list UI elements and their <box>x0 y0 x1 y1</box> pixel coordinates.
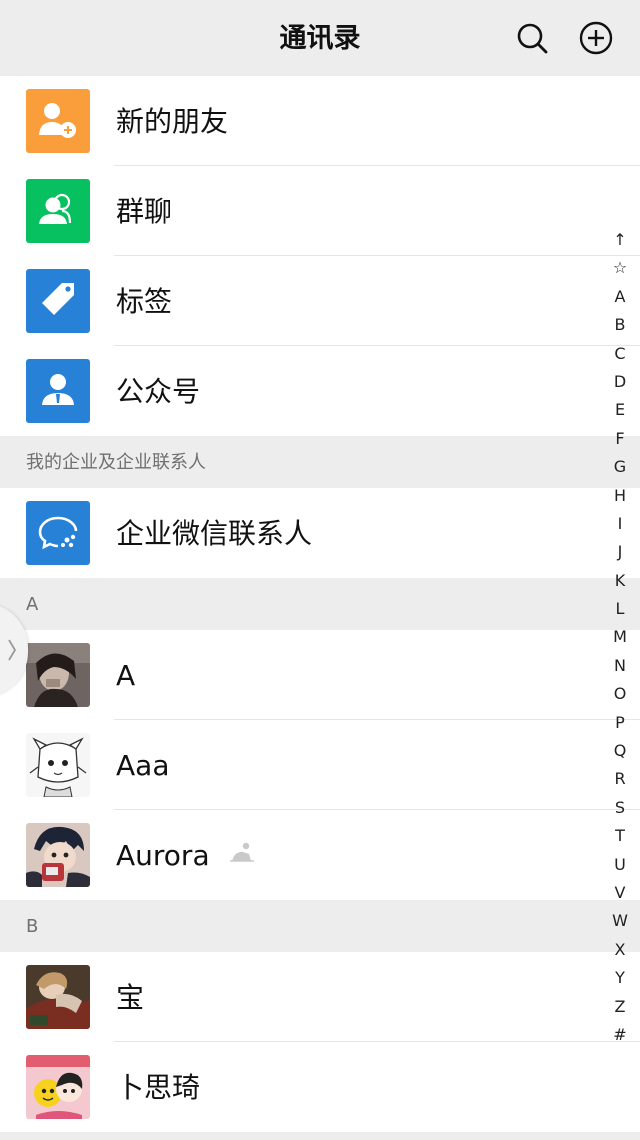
index-letter[interactable]: I <box>600 510 640 538</box>
index-letter[interactable]: P <box>600 709 640 737</box>
contact-avatar <box>26 643 90 707</box>
contact-name: 宝 <box>116 981 145 1014</box>
index-letter[interactable]: E <box>600 396 640 424</box>
row-label: 标签 <box>116 285 173 318</box>
row-label: 公众号 <box>116 375 201 408</box>
gender-icon <box>229 808 255 900</box>
index-letter[interactable]: B <box>600 311 640 339</box>
contact-row[interactable]: 卜思琦 <box>0 1042 640 1132</box>
contact-name: Aurora <box>116 839 210 872</box>
index-letter[interactable]: L <box>600 595 640 623</box>
section-header-b: B <box>0 900 640 952</box>
index-letter[interactable]: J <box>600 538 640 566</box>
contact-avatar <box>26 965 90 1029</box>
tags-row[interactable]: 标签 <box>0 256 640 346</box>
index-letter[interactable]: Q <box>600 737 640 765</box>
contact-name-wrap: Aurora <box>116 810 255 902</box>
new-friends-row[interactable]: 新的朋友 <box>0 76 640 166</box>
official-accounts-row[interactable]: 公众号 <box>0 346 640 436</box>
index-hash[interactable]: # <box>600 1021 640 1049</box>
index-letter[interactable]: S <box>600 794 640 822</box>
index-letter[interactable]: O <box>600 680 640 708</box>
row-label: 群聊 <box>116 195 173 228</box>
index-letter[interactable]: G <box>600 453 640 481</box>
row-label: 企业微信联系人 <box>116 517 313 550</box>
index-letter[interactable]: H <box>600 482 640 510</box>
new-friend-icon <box>26 89 90 153</box>
contact-name: Aaa <box>116 749 170 782</box>
contact-row[interactable]: 宝 <box>0 952 640 1042</box>
index-letter[interactable]: X <box>600 936 640 964</box>
contact-row[interactable]: Aurora <box>0 810 640 900</box>
plus-circle-icon <box>579 21 613 55</box>
contact-avatar <box>26 823 90 887</box>
official-account-icon <box>26 359 90 423</box>
add-button[interactable] <box>578 20 613 56</box>
work-contacts-row[interactable]: 企业微信联系人 <box>0 488 640 578</box>
index-letter[interactable]: Y <box>600 964 640 992</box>
alphabet-index-bar[interactable]: ↑ ☆ A B C D E F G H I J K L M N O P Q R … <box>600 226 640 1049</box>
index-star[interactable]: ☆ <box>600 254 640 282</box>
index-letter[interactable]: V <box>600 879 640 907</box>
contact-name: A <box>116 659 136 692</box>
index-top[interactable]: ↑ <box>600 226 640 254</box>
index-letter[interactable]: F <box>600 425 640 453</box>
section-header-a: A <box>0 578 640 630</box>
index-letter[interactable]: R <box>600 765 640 793</box>
search-button[interactable] <box>515 20 549 56</box>
contact-name: 卜思琦 <box>116 1071 201 1104</box>
group-chats-row[interactable]: 群聊 <box>0 166 640 256</box>
chevron-right-icon <box>8 639 17 661</box>
index-letter[interactable]: W <box>600 907 640 935</box>
top-bar: 通讯录 <box>0 0 640 76</box>
index-letter[interactable]: K <box>600 567 640 595</box>
group-chat-icon <box>26 179 90 243</box>
contact-avatar <box>26 1055 90 1119</box>
contact-row[interactable]: Aaa <box>0 720 640 810</box>
row-label: 新的朋友 <box>116 105 229 138</box>
index-letter[interactable]: D <box>600 368 640 396</box>
work-chat-icon <box>26 501 90 565</box>
index-letter[interactable]: U <box>600 851 640 879</box>
index-letter[interactable]: M <box>600 623 640 651</box>
index-letter[interactable]: A <box>600 283 640 311</box>
contact-row[interactable]: A <box>0 630 640 720</box>
tag-icon <box>26 269 90 333</box>
index-letter[interactable]: T <box>600 822 640 850</box>
contact-avatar <box>26 733 90 797</box>
section-header-enterprise: 我的企业及企业联系人 <box>0 436 640 488</box>
index-letter[interactable]: Z <box>600 993 640 1021</box>
search-icon <box>517 23 548 54</box>
contacts-list[interactable]: 新的朋友 群聊 标签 公众号 我的企业及企业联系人 企业微信联系人 A A Aa… <box>0 76 640 1132</box>
index-letter[interactable]: N <box>600 652 640 680</box>
index-letter[interactable]: C <box>600 340 640 368</box>
